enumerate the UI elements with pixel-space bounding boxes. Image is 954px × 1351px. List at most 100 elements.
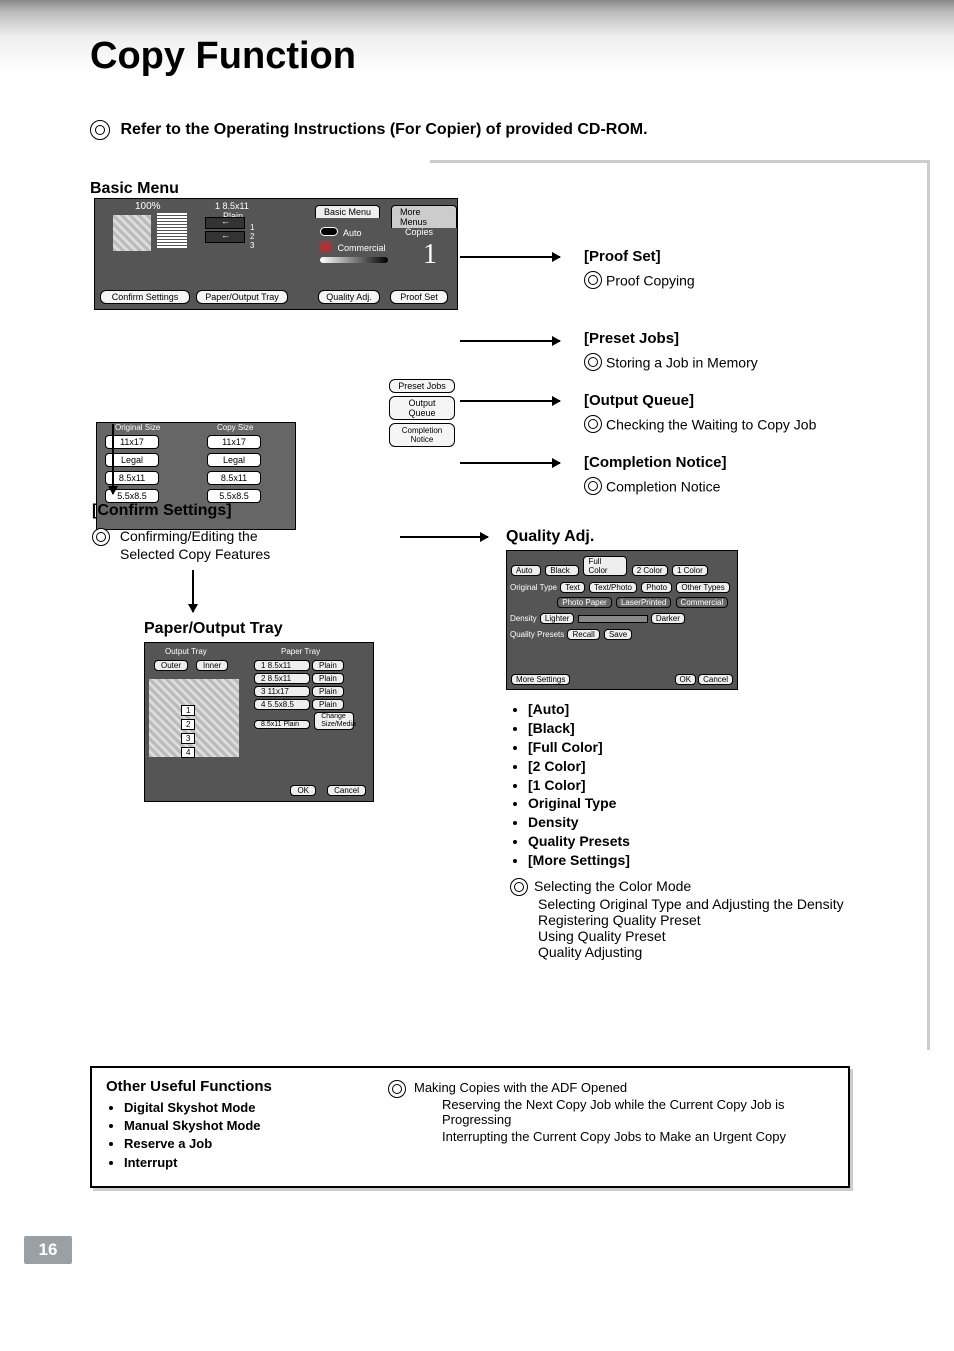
confirm-settings-block: [Confirm Settings] Confirming/Editing th… (92, 502, 270, 562)
page-title: Copy Function (90, 35, 356, 78)
qd-1: Selecting Original Type and Adjusting th… (538, 896, 844, 912)
oi-3: Interrupt (124, 1154, 834, 1172)
quality-bullets: [Auto] [Black] [Full Color] [2 Color] [1… (528, 700, 630, 870)
refer-text: Refer to the Operating Instructions (For… (120, 121, 647, 138)
basic-menu-ui: 100% 1 8.5x11 Plain ← ← 123 Basic Menu M… (94, 198, 458, 310)
copies-label: Copies (405, 227, 433, 237)
preset-heading: [Preset Jobs] (584, 330, 758, 347)
auto-label: Auto (343, 228, 362, 238)
pot-r1t: Plain (312, 660, 344, 671)
copies-value: 1 (423, 239, 437, 271)
preview-icon (113, 215, 151, 251)
qb-6: Density (528, 813, 630, 832)
cd-icon (92, 528, 110, 546)
pot-r4[interactable]: 4 5.5x8.5 (254, 699, 310, 710)
pot-paper-tray: Paper Tray (281, 647, 320, 656)
cd-icon (584, 477, 602, 495)
cd-icon (584, 415, 602, 433)
qa-recall[interactable]: Recall (567, 629, 599, 640)
density-slider[interactable] (320, 257, 388, 263)
qa-lighter[interactable]: Lighter (540, 613, 574, 624)
proof-desc: Proof Copying (606, 272, 695, 288)
qa-slider[interactable] (578, 615, 648, 623)
qa-1c[interactable]: 1 Color (672, 565, 708, 576)
paper-output-ui: Output Tray Paper Tray Outer Inner 1 2 3… (144, 642, 374, 802)
qa-qp-label: Quality Presets (510, 630, 564, 639)
qa-darker[interactable]: Darker (651, 613, 685, 624)
preset-desc: Storing a Job in Memory (606, 354, 758, 370)
pot-r1[interactable]: 1 8.5x11 (254, 660, 310, 671)
qa-photo[interactable]: Photo (641, 582, 672, 593)
qa-origtype-label: Original Type (510, 583, 557, 592)
qa-save[interactable]: Save (604, 629, 632, 640)
completion-heading: [Completion Notice] (584, 454, 727, 471)
pot-outer[interactable]: Outer (154, 660, 188, 671)
size-11x17-r[interactable]: 11x17 (207, 435, 261, 449)
pot-inner[interactable]: Inner (196, 660, 228, 671)
tab-more-menus[interactable]: More Menus (391, 205, 457, 228)
printer-icon (149, 679, 239, 757)
tab-basic-menu[interactable]: Basic Menu (315, 205, 380, 218)
pot-output-tray: Output Tray (165, 647, 207, 656)
callout-output: [Output Queue] Checking the Waiting to C… (584, 392, 816, 433)
qa-textphoto[interactable]: Text/Photo (589, 582, 637, 593)
btn-quality-adj[interactable]: Quality Adj. (318, 290, 380, 304)
qb-7: Quality Presets (528, 832, 630, 851)
pot-r5[interactable]: 8.5x11 Plain (254, 720, 310, 729)
other-right: Making Copies with the ADF Opened Reserv… (414, 1080, 834, 1146)
qa-other[interactable]: Other Types (676, 582, 729, 593)
quality-heading: Quality Adj. (506, 528, 594, 546)
qa-full[interactable]: Full Color (583, 556, 627, 576)
qa-cancel[interactable]: Cancel (698, 674, 733, 685)
cd-icon (584, 271, 602, 289)
pot-r4t: Plain (312, 699, 344, 710)
arrow-quality (400, 536, 488, 538)
btn-output-queue[interactable]: Output Queue (389, 396, 455, 420)
qa-black[interactable]: Black (545, 565, 579, 576)
commercial-label: Commercial (338, 243, 386, 253)
qa-photopaper[interactable]: Photo Paper (557, 597, 611, 608)
refer-line: Refer to the Operating Instructions (For… (90, 120, 648, 140)
more-menus-stack: Preset Jobs Output Queue Completion Noti… (388, 378, 456, 448)
pot-r2[interactable]: 2 8.5x11 (254, 673, 310, 684)
size-55x85-r[interactable]: 5.5x8.5 (207, 489, 261, 503)
size-col-right: 11x17 Legal 8.5x11 5.5x8.5 (205, 433, 263, 505)
arrow-output (460, 400, 560, 402)
arrow-preset (460, 340, 560, 342)
sort-icon: ← ← (205, 217, 265, 257)
qa-2c[interactable]: 2 Color (632, 565, 668, 576)
pot-cancel[interactable]: Cancel (327, 785, 366, 796)
lines-icon (157, 213, 187, 248)
btn-proof-set[interactable]: Proof Set (390, 290, 448, 304)
qa-auto[interactable]: Auto (511, 565, 541, 576)
btn-completion-notice[interactable]: Completion Notice (389, 423, 455, 447)
sort-nums: 123 (250, 223, 254, 250)
qb-5: Original Type (528, 794, 630, 813)
cd-icon (584, 353, 602, 371)
pot-r2t: Plain (312, 673, 344, 684)
zoom-label: 100% (135, 201, 161, 212)
btn-confirm-settings[interactable]: Confirm Settings (100, 290, 190, 304)
qb-3: [2 Color] (528, 757, 630, 776)
qd-2: Registering Quality Preset (538, 912, 844, 928)
callout-completion: [Completion Notice] Completion Notice (584, 454, 727, 495)
qa-text[interactable]: Text (560, 582, 585, 593)
btn-paper-output[interactable]: Paper/Output Tray (196, 290, 288, 304)
basic-menu-heading: Basic Menu (90, 180, 179, 198)
orig-size-label: Original Size (115, 423, 160, 432)
size-legal-r[interactable]: Legal (207, 453, 261, 467)
qb-1: [Black] (528, 719, 630, 738)
cd-icon (510, 878, 528, 896)
or-0: Making Copies with the ADF Opened (414, 1080, 627, 1095)
pot-r3[interactable]: 3 11x17 (254, 686, 310, 697)
qa-comm[interactable]: Commercial (676, 597, 729, 608)
pot-change[interactable]: Change Size/Media (314, 712, 354, 730)
qd-3: Using Quality Preset (538, 928, 844, 944)
pot-ok[interactable]: OK (290, 785, 316, 796)
qa-more[interactable]: More Settings (511, 674, 570, 685)
size-85x11-r[interactable]: 8.5x11 (207, 471, 261, 485)
pot-r3t: Plain (312, 686, 344, 697)
qa-ok[interactable]: OK (675, 674, 697, 685)
qa-laser[interactable]: LaserPrinted (616, 597, 671, 608)
btn-preset-jobs[interactable]: Preset Jobs (389, 379, 455, 393)
